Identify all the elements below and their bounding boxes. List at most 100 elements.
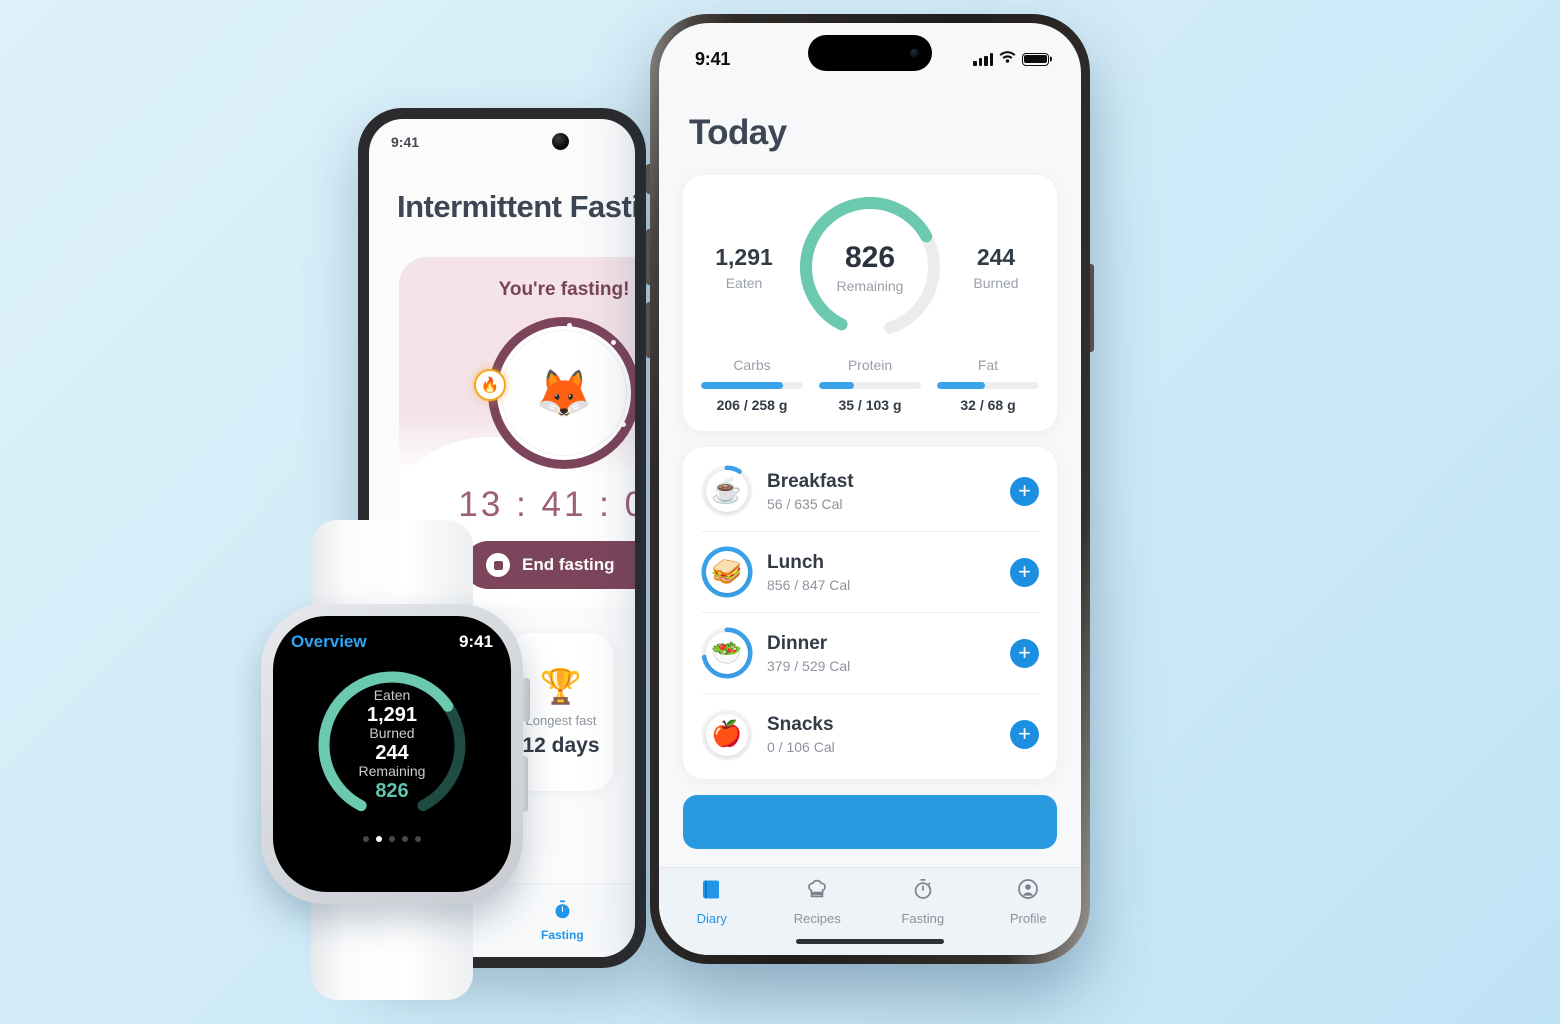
volume-up-button[interactable] [646,229,650,285]
page-dot [389,836,395,842]
macro-label: Carbs [733,357,771,373]
android-camera-punch-hole-icon [552,133,569,150]
page-title: Today [689,113,787,152]
android-status-bar: 9:41 [369,119,635,165]
meal-row-dinner[interactable]: 🥗 Dinner 379 / 529 Cal + [701,613,1039,694]
flame-icon: 🔥 [474,369,506,401]
smartwatch-mockup: Overview 9:41 Eaten 1,291 Burned 244 Rem… [247,520,537,1000]
meal-name: Snacks [767,714,834,735]
meal-text: Snacks 0 / 106 Cal [767,714,996,755]
macro-value: 206 / 258 g [716,397,788,413]
android-page-title: Intermittent Fasting [397,189,635,224]
macro-progress-fill [701,382,783,389]
tab-label: Fasting [901,911,945,926]
ring-marker-dot [567,322,572,328]
person-circle-icon [1016,877,1040,906]
coffee-icon: ☕ [706,470,748,512]
meal-calories: 56 / 635 Cal [767,495,843,512]
tab-diary[interactable]: Diary [659,877,765,926]
watch-metric-label: Eaten [373,686,411,703]
macro-label: Fat [977,357,999,373]
sandwich-icon: 🥪 [706,551,748,593]
digital-crown-icon[interactable] [521,678,530,722]
meal-row-breakfast[interactable]: ☕ Breakfast 56 / 635 Cal + [701,451,1039,532]
watch-ring-center: Eaten 1,291 Burned 244 Remaining 826 [309,662,475,828]
watch-calorie-ring: Eaten 1,291 Burned 244 Remaining 826 [309,662,475,828]
macro-progress-fill [819,382,854,389]
watch-screen-title[interactable]: Overview [291,632,367,652]
dinner-ring-icon: 🥗 [701,627,753,679]
remaining-label: Remaining [836,277,904,294]
meals-card: ☕ Breakfast 56 / 635 Cal + 🥪 Lunch 856 /… [683,447,1057,779]
macro-progress-track [701,382,803,389]
tab-label: Profile [1009,911,1047,926]
tab-recipes[interactable]: Recipes [765,877,871,926]
watch-metric-label: Burned [369,724,415,741]
meal-row-lunch[interactable]: 🥪 Lunch 856 / 847 Cal + [701,532,1039,613]
watch-metric-value: 826 [375,779,409,802]
meal-row-snacks[interactable]: 🍎 Snacks 0 / 106 Cal + [701,694,1039,775]
iphone-screen: 9:41 Today 1,291 Eaten 826 Remaining 244… [659,23,1081,955]
android-status-time: 9:41 [391,134,420,150]
chef-hat-icon [805,877,829,906]
home-indicator[interactable] [796,939,944,944]
add-lunch-button[interactable]: + [1010,557,1039,587]
front-camera-icon [910,48,919,58]
burned-value: 244 [976,243,1016,270]
battery-icon [1022,52,1049,66]
eaten-stat: 1,291 Eaten [701,244,787,291]
ios-status-bar: 9:41 [659,23,1081,81]
macro-progress-track [937,382,1039,389]
iphone-mockup: 9:41 Today 1,291 Eaten 826 Remaining 244… [646,14,1094,964]
watch-case: Overview 9:41 Eaten 1,291 Burned 244 Rem… [261,604,530,904]
watch-metric-value: 1,291 [366,703,418,726]
tab-profile[interactable]: Profile [976,877,1082,926]
meal-text: Breakfast 56 / 635 Cal [767,471,996,512]
watch-time: 9:41 [458,632,493,651]
fasting-timer: 13 : 41 : 09 [458,485,635,524]
watch-side-button[interactable] [521,756,528,812]
apple-icon: 🍎 [706,713,748,756]
fasting-progress-ring: 🦊 🔥 [474,317,635,469]
meal-name: Lunch [767,551,824,573]
burned-stat: 244 Burned [953,244,1039,291]
macro-value: 35 / 103 g [838,397,902,413]
wifi-icon [999,50,1016,68]
meal-text: Lunch 856 / 847 Cal [767,552,996,593]
burned-label: Burned [973,274,1019,291]
fasting-avatar: 🦊 [501,330,627,456]
macro-protein: Protein 35 / 103 g [819,357,921,413]
tab-label: Recipes [793,911,841,926]
stopwatch-icon [552,899,573,924]
cellular-bars-icon [973,52,993,66]
ring-marker-dot [611,340,616,345]
fasting-headline: You're fasting! [498,279,630,300]
power-button[interactable] [1090,264,1094,352]
meal-calories: 856 / 847 Cal [767,576,851,593]
remaining-value: 826 [844,240,896,274]
remaining-gauge: 826 Remaining [790,191,950,343]
diary-content: 1,291 Eaten 826 Remaining 244 Burned Car… [659,153,1081,867]
volume-down-button[interactable] [646,302,650,358]
gauge-center: 826 Remaining [790,191,950,343]
watch-screen: Overview 9:41 Eaten 1,291 Burned 244 Rem… [273,616,511,892]
android-tab-fasting[interactable]: Fasting [541,899,584,942]
meal-name: Breakfast [767,470,854,492]
macro-fat: Fat 32 / 68 g [937,357,1039,413]
trophy-icon: 🏆 [539,667,583,706]
add-dinner-button[interactable]: + [1010,638,1039,668]
eaten-label: Eaten [725,274,763,291]
page-dot [402,836,408,842]
page-dot-active [376,836,382,842]
tab-fasting[interactable]: Fasting [870,877,976,926]
book-icon [700,877,724,906]
meal-text: Dinner 379 / 529 Cal [767,633,996,674]
add-breakfast-button[interactable]: + [1010,476,1039,506]
breakfast-ring-icon: ☕ [701,465,753,517]
add-snacks-button[interactable]: + [1010,720,1039,749]
macro-progress-track [819,382,921,389]
page-dot [415,836,421,842]
status-time: 9:41 [695,48,731,69]
watch-metric-label: Remaining [358,763,426,780]
primary-cta-button[interactable] [683,795,1057,849]
